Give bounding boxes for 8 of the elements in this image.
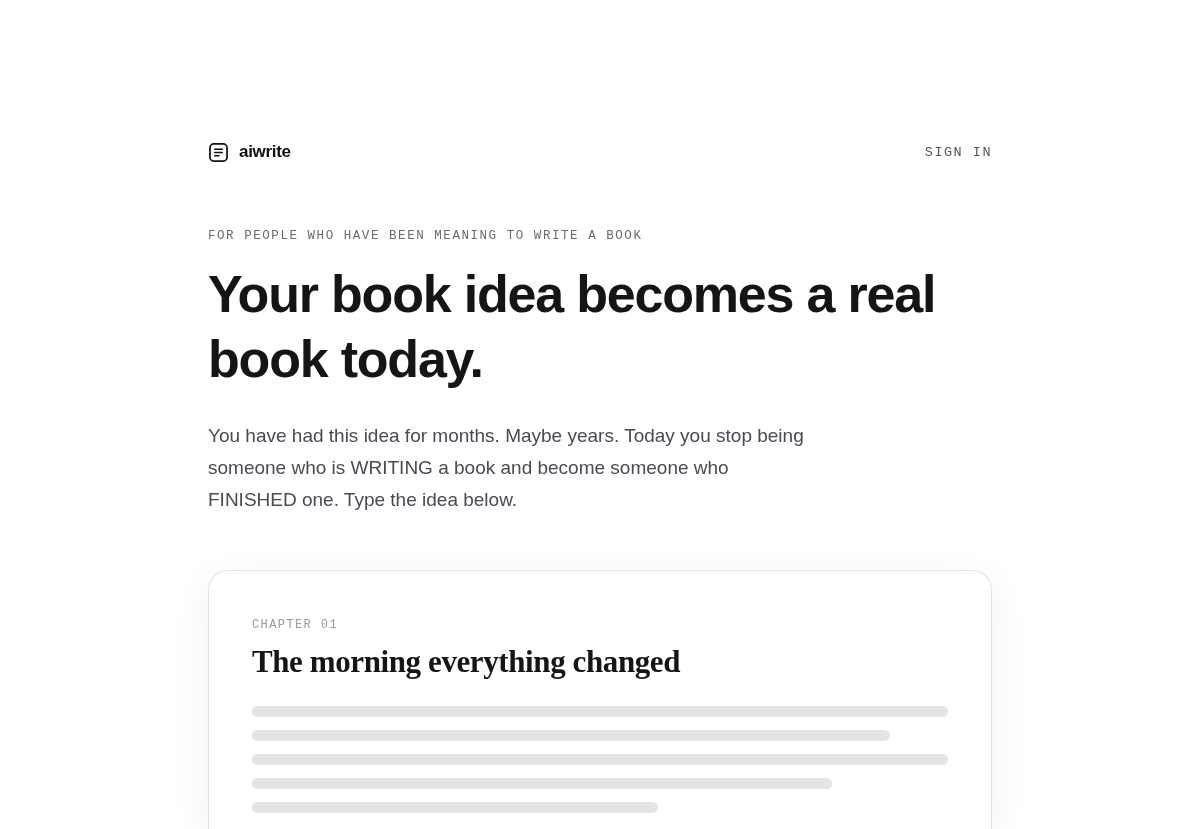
chapter-label: CHAPTER 01 [252,618,339,632]
eyebrow-text: FOR PEOPLE WHO HAVE BEEN MEANING TO WRITE A BOOK [208,229,644,243]
chapter-title: The morning everything changed [252,644,682,680]
intro-paragraph: You have had this idea for months. Maybe years. Today you stop being someone who is WRITING a book and become someone who FINISHED one. Type the idea below. [208,424,805,512]
brand-name: aiwrite [239,142,291,162]
headline: Your book idea becomes a real book today. [208,264,937,390]
document-icon [209,142,228,162]
sign-in-link[interactable]: SIGN IN [924,144,992,160]
